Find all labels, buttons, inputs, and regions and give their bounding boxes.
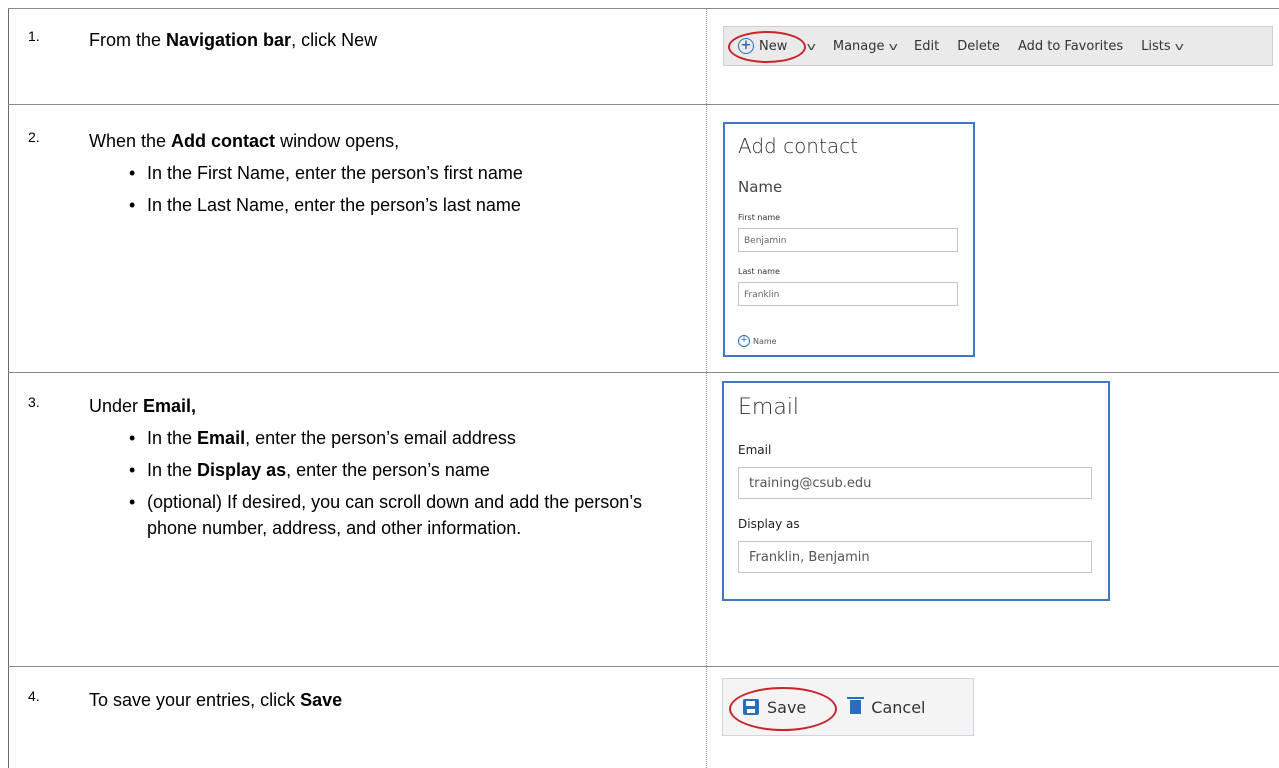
chevron-down-icon: v [888, 39, 898, 53]
add-name-label: Name [753, 336, 777, 346]
chevron-down-icon: v [1174, 39, 1184, 53]
step-text: From the [89, 30, 167, 50]
step-bold-text: Email, [143, 396, 197, 416]
bullet-text: In the [147, 428, 198, 448]
last-name-label: Last name [738, 267, 780, 276]
bullet-text: In the Last Name, enter the person’s las… [147, 195, 521, 215]
step-text: window opens, [275, 131, 400, 151]
row-divider [8, 8, 1279, 9]
step-instruction: To save your entries, click Save [89, 687, 689, 713]
add-contact-title: Add contact [738, 134, 858, 158]
step-bold-text: Save [300, 690, 343, 710]
display-as-field[interactable]: Franklin, Benjamin [738, 541, 1092, 573]
bullet-text: (optional) If desired, you can scroll do… [147, 492, 642, 538]
edit-button[interactable]: Edit [914, 39, 939, 54]
step-bullet-list: • In the First Name, enter the person’s f… [129, 160, 657, 218]
step-text: When the [89, 131, 172, 151]
cancel-button[interactable]: Cancel [871, 698, 925, 717]
lists-label: Lists [1141, 38, 1171, 54]
row-divider [8, 372, 1279, 373]
step-text: , click New [291, 30, 378, 50]
manage-label: Manage [832, 38, 885, 54]
step-number: 2. [28, 129, 40, 145]
bullet-bold-text: Email [197, 428, 246, 448]
step-number: 3. [28, 394, 40, 410]
add-to-favorites-button[interactable]: Add to Favorites [1018, 39, 1123, 54]
chevron-down-icon: v [807, 39, 817, 53]
step-heading: When the Add contact window opens, [89, 128, 689, 154]
last-name-field[interactable]: Franklin [738, 282, 958, 306]
table-left-border [8, 8, 9, 768]
save-cancel-screenshot: Save Cancel [722, 678, 974, 736]
step-heading: Under Email, [89, 393, 689, 419]
add-contact-screenshot: Add contact Name First name Benjamin Las… [723, 122, 975, 357]
new-button[interactable]: + New [728, 31, 806, 63]
step-number: 1. [28, 28, 40, 44]
step-text: Under [89, 396, 144, 416]
step-text: To save your entries, click [89, 690, 301, 710]
bullet-text: In the [147, 460, 198, 480]
bullet-item: • In the Last Name, enter the person’s la… [129, 195, 521, 215]
bullet-text: , enter the person’s name [286, 460, 490, 480]
add-name-link[interactable]: + Name [738, 335, 777, 347]
bullet-item: • In the Email, enter the person’s email … [129, 428, 516, 448]
delete-button[interactable]: Delete [957, 39, 1000, 54]
manage-menu[interactable]: Manage v [832, 38, 898, 54]
step-bold-text: Add contact [171, 131, 276, 151]
lists-menu[interactable]: Lists v [1141, 38, 1184, 54]
step-bold-text: Navigation bar [166, 30, 292, 50]
step-number: 4. [28, 688, 40, 704]
email-section-title: Email [738, 395, 800, 420]
table-column-divider [706, 8, 707, 768]
trash-icon [847, 697, 865, 714]
first-name-label: First name [738, 213, 781, 222]
step-instruction: Under Email, • In the Email, enter the pe… [89, 393, 689, 547]
step-bullet-list: • In the Email, enter the person’s email … [129, 425, 667, 541]
step-instruction: When the Add contact window opens, • In t… [89, 128, 689, 224]
row-divider [8, 666, 1279, 667]
name-section-heading: Name [738, 178, 783, 196]
display-as-label: Display as [738, 517, 800, 531]
bullet-text: , enter the person’s email address [245, 428, 516, 448]
bullet-item: • (optional) If desired, you can scroll d… [129, 492, 642, 538]
bullet-item: • In the Display as, enter the person’s n… [129, 460, 490, 480]
row-divider [8, 104, 1279, 105]
highlight-ring [728, 31, 806, 63]
bullet-item: • In the First Name, enter the person’s f… [129, 163, 523, 183]
first-name-field[interactable]: Benjamin [738, 228, 958, 252]
step-instruction: From the Navigation bar, click New [89, 27, 689, 53]
email-section-screenshot: Email Email training@csub.edu Display as… [722, 381, 1110, 601]
email-field[interactable]: training@csub.edu [738, 467, 1092, 499]
save-disk-icon [743, 699, 759, 715]
plus-circle-icon: + [738, 335, 750, 347]
bullet-text: In the First Name, enter the person’s fi… [147, 163, 523, 183]
bullet-bold-text: Display as [197, 460, 287, 480]
navigation-bar-screenshot: + New v Manage v Edit Delete Add to Favor… [723, 26, 1273, 66]
email-label: Email [738, 443, 772, 457]
